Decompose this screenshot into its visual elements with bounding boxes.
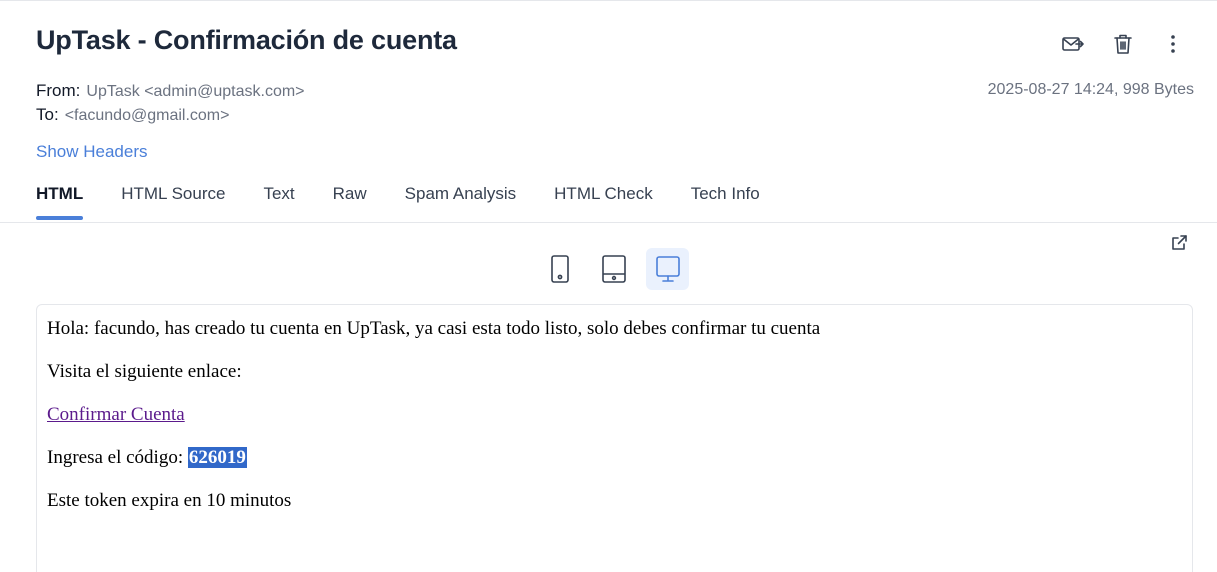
body-link-row: Confirmar Cuenta — [47, 403, 1182, 427]
tab-tech-info[interactable]: Tech Info — [691, 184, 760, 220]
email-body-preview: Hola: facundo, has creado tu cuenta en U… — [36, 304, 1193, 572]
email-actions — [1059, 31, 1187, 57]
tablet-view-button[interactable] — [592, 248, 635, 290]
view-tabs: HTML HTML Source Text Raw Spam Analysis … — [36, 184, 798, 220]
tablet-icon — [601, 255, 626, 283]
email-subject: UpTask - Confirmación de cuenta — [36, 25, 457, 55]
desktop-icon — [655, 256, 680, 282]
confirm-account-link[interactable]: Confirmar Cuenta — [47, 404, 185, 425]
tab-html-source[interactable]: HTML Source — [121, 184, 225, 220]
body-code-row: Ingresa el código: 626019 — [47, 446, 1182, 470]
desktop-view-button[interactable] — [646, 248, 689, 290]
more-vertical-icon[interactable] — [1159, 31, 1187, 57]
device-switch — [538, 248, 689, 290]
to-label: To: — [36, 105, 59, 124]
email-viewer: UpTask - Confirmación de cuenta From: Up… — [0, 0, 1217, 572]
tab-raw[interactable]: Raw — [333, 184, 367, 220]
from-label: From: — [36, 81, 81, 100]
tab-html-check[interactable]: HTML Check — [554, 184, 653, 220]
date-size: 2025-08-27 14:24, 998 Bytes — [987, 81, 1194, 98]
mobile-icon — [550, 255, 569, 283]
from-row: From: UpTask <admin@uptask.com> — [36, 81, 305, 101]
mobile-view-button[interactable] — [538, 248, 581, 290]
body-greeting: Hola: facundo, has creado tu cuenta en U… — [47, 318, 821, 339]
tab-html[interactable]: HTML — [36, 184, 84, 220]
to-row: To: <facundo@gmail.com> — [36, 105, 229, 125]
body-expiry: Este token expira en 10 minutos — [47, 490, 292, 511]
body-instruction: Visita el siguiente enlace: — [47, 361, 242, 382]
tab-text[interactable]: Text — [263, 184, 294, 220]
from-value: UpTask <admin@uptask.com> — [86, 83, 305, 100]
tab-spam-analysis[interactable]: Spam Analysis — [405, 184, 517, 220]
forward-mail-icon[interactable] — [1059, 31, 1087, 57]
to-value: <facundo@gmail.com> — [64, 107, 230, 124]
tabs-divider — [0, 222, 1217, 223]
show-headers-link[interactable]: Show Headers — [36, 142, 148, 162]
code-label: Ingresa el código: — [47, 447, 188, 468]
confirmation-code: 626019 — [187, 447, 247, 468]
open-external-icon[interactable] — [1169, 233, 1189, 253]
trash-icon[interactable] — [1109, 31, 1137, 57]
